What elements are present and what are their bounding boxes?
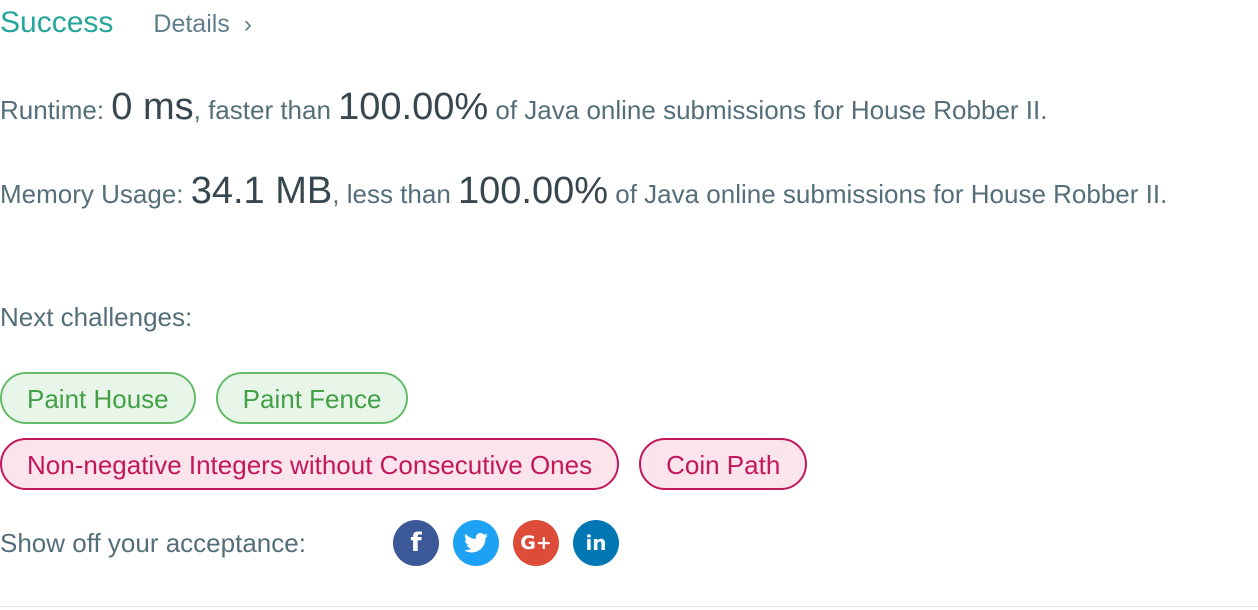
challenge-paint-fence[interactable]: Paint Fence — [215, 372, 409, 424]
divider — [0, 606, 1258, 607]
linkedin-icon[interactable]: in — [573, 520, 619, 566]
chevron-right-icon: › — [243, 10, 252, 38]
challenge-row: Non-negative Integers without Consecutiv… — [0, 438, 827, 490]
memory-tail: of Java online submissions for House Rob… — [608, 179, 1168, 209]
runtime-value: 0 ms — [111, 86, 194, 128]
status-label: Success — [0, 6, 114, 39]
runtime-stat: Runtime: 0 ms, faster than 100.00% of Ja… — [0, 86, 1220, 131]
result-header: Success Details › — [0, 6, 252, 40]
share-section: Show off your acceptance: f G+ in — [0, 520, 633, 566]
share-label: Show off your acceptance: — [0, 527, 306, 558]
memory-mid: , less than — [332, 179, 458, 209]
facebook-icon[interactable]: f — [393, 520, 439, 566]
runtime-label: Runtime: — [0, 95, 112, 125]
google-plus-icon[interactable]: G+ — [513, 520, 559, 566]
runtime-mid: , faster than — [193, 95, 339, 125]
details-label: Details — [153, 10, 230, 38]
runtime-percent: 100.00% — [338, 86, 489, 128]
challenge-paint-house[interactable]: Paint House — [0, 372, 196, 424]
twitter-icon[interactable] — [453, 520, 499, 566]
challenge-non-negative-integers[interactable]: Non-negative Integers without Consecutiv… — [0, 438, 620, 490]
memory-percent: 100.00% — [458, 170, 609, 212]
challenge-coin-path[interactable]: Coin Path — [639, 438, 808, 490]
runtime-tail: of Java online submissions for House Rob… — [488, 95, 1048, 125]
challenge-row: Paint House Paint Fence — [0, 372, 428, 424]
details-link[interactable]: Details › — [153, 10, 251, 39]
memory-stat: Memory Usage: 34.1 MB, less than 100.00%… — [0, 170, 1220, 215]
next-challenges-label: Next challenges: — [0, 302, 193, 332]
memory-label: Memory Usage: — [0, 179, 191, 209]
memory-value: 34.1 MB — [190, 170, 333, 212]
